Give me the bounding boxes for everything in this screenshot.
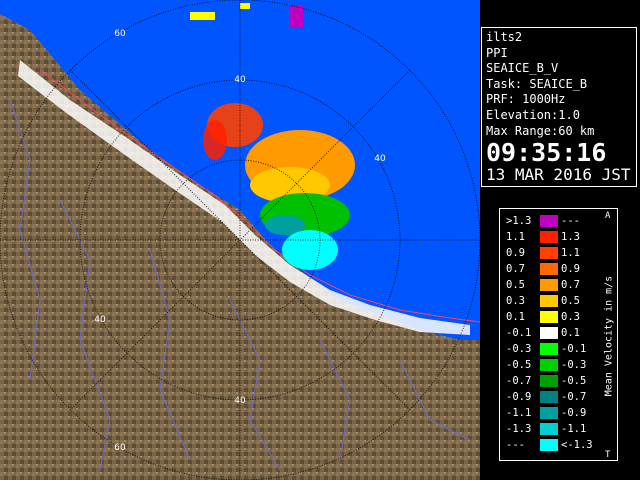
- legend-row: 0.1 0.3: [500, 311, 603, 323]
- legend-swatch: [540, 439, 558, 451]
- legend-row: >1.3 ---: [500, 215, 603, 227]
- legend-low-value: -0.1: [506, 327, 532, 339]
- field-name: SEAICE_B_V: [486, 61, 559, 76]
- legend-low-value: 0.9: [506, 247, 525, 259]
- task-name: Task: SEAICE_B: [486, 76, 588, 91]
- velocity-legend: >1.3 --- 1.1 1.3 0.9 1.1 0.7 0.9 0.5 0.7 0.3 0.5 0.1…: [499, 208, 618, 461]
- legend-row: --- <-1.3: [500, 439, 603, 451]
- ring-label: 40: [374, 154, 386, 164]
- legend-high-value: 1.1: [561, 247, 580, 259]
- legend-high-value: <-1.3: [561, 439, 593, 451]
- legend-row: 1.1 1.3: [500, 231, 603, 243]
- legend-row: -0.1 0.1: [500, 327, 603, 339]
- legend-high-value: -0.5: [561, 375, 587, 387]
- legend-high-value: -0.9: [561, 407, 587, 419]
- legend-low-value: 0.1: [506, 311, 525, 323]
- legend-high-value: 1.3: [561, 231, 580, 243]
- legend-low-value: -0.3: [506, 343, 532, 355]
- legend-row: 0.7 0.9: [500, 263, 603, 275]
- legend-low-value: 0.7: [506, 263, 525, 275]
- elevation-value: Elevation:1.0: [486, 107, 580, 122]
- legend-high-value: 0.1: [561, 327, 580, 339]
- ring-label: 40: [234, 75, 246, 85]
- legend-swatch: [540, 279, 558, 291]
- legend-low-value: -1.1: [506, 407, 532, 419]
- legend-row: 0.9 1.1: [500, 247, 603, 259]
- legend-row: -0.9 -0.7: [500, 391, 603, 403]
- legend-low-value: -0.5: [506, 359, 532, 371]
- legend-high-value: 0.7: [561, 279, 580, 291]
- legend-high-value: -0.1: [561, 343, 587, 355]
- legend-swatch: [540, 215, 558, 227]
- legend-low-value: ---: [506, 439, 525, 451]
- legend-row: -0.7 -0.5: [500, 375, 603, 387]
- legend-high-value: 0.3: [561, 311, 580, 323]
- legend-row: -1.3 -1.1: [500, 423, 603, 435]
- legend-high-value: ---: [561, 215, 580, 227]
- legend-bottom-marker: T: [605, 450, 611, 460]
- prf-value: PRF: 1000Hz: [486, 92, 566, 107]
- legend-swatch: [540, 407, 558, 419]
- legend-swatch: [540, 263, 558, 275]
- legend-swatch: [540, 311, 558, 323]
- legend-high-value: -0.7: [561, 391, 587, 403]
- product-type: PPI: [486, 45, 508, 60]
- legend-high-value: -0.3: [561, 359, 587, 371]
- legend-swatch: [540, 343, 558, 355]
- legend-axis: A Mean Velocity in m/s T: [601, 209, 617, 462]
- legend-low-value: -1.3: [506, 423, 532, 435]
- info-panel: ilts2 PPI SEAICE_B_V Task: SEAICE_B PRF:…: [481, 27, 637, 187]
- legend-row: -0.3 -0.1: [500, 343, 603, 355]
- legend-row: 0.5 0.7: [500, 279, 603, 291]
- ring-label: 40: [94, 315, 106, 325]
- scan-time: 09:35:16: [486, 138, 607, 168]
- legend-swatch: [540, 391, 558, 403]
- legend-low-value: 1.1: [506, 231, 525, 243]
- legend-low-value: >1.3: [506, 215, 532, 227]
- legend-swatch: [540, 423, 558, 435]
- legend-low-value: 0.5: [506, 279, 525, 291]
- legend-low-value: -0.7: [506, 375, 532, 387]
- legend-row: 0.3 0.5: [500, 295, 603, 307]
- legend-swatch: [540, 231, 558, 243]
- legend-high-value: 0.5: [561, 295, 580, 307]
- ring-label: 60: [114, 443, 126, 453]
- legend-swatch: [540, 359, 558, 371]
- legend-title: Mean Velocity in m/s: [603, 275, 615, 396]
- legend-row: -0.5 -0.3: [500, 359, 603, 371]
- legend-high-value: -1.1: [561, 423, 587, 435]
- legend-swatch: [540, 375, 558, 387]
- ring-label: 60: [114, 29, 126, 39]
- legend-swatch: [540, 295, 558, 307]
- station-name: ilts2: [486, 30, 523, 44]
- legend-low-value: 0.3: [506, 295, 525, 307]
- legend-high-value: 0.9: [561, 263, 580, 275]
- max-range-value: Max Range:60 km: [486, 123, 595, 138]
- scan-date: 13 MAR 2016 JST: [486, 165, 631, 185]
- legend-row: -1.1 -0.9: [500, 407, 603, 419]
- legend-swatch: [540, 327, 558, 339]
- ring-label: 40: [234, 396, 246, 406]
- legend-swatch: [540, 247, 558, 259]
- legend-top-marker: A: [605, 211, 611, 221]
- legend-low-value: -0.9: [506, 391, 532, 403]
- radar-map: 60 40 40 40 40 60: [0, 0, 480, 480]
